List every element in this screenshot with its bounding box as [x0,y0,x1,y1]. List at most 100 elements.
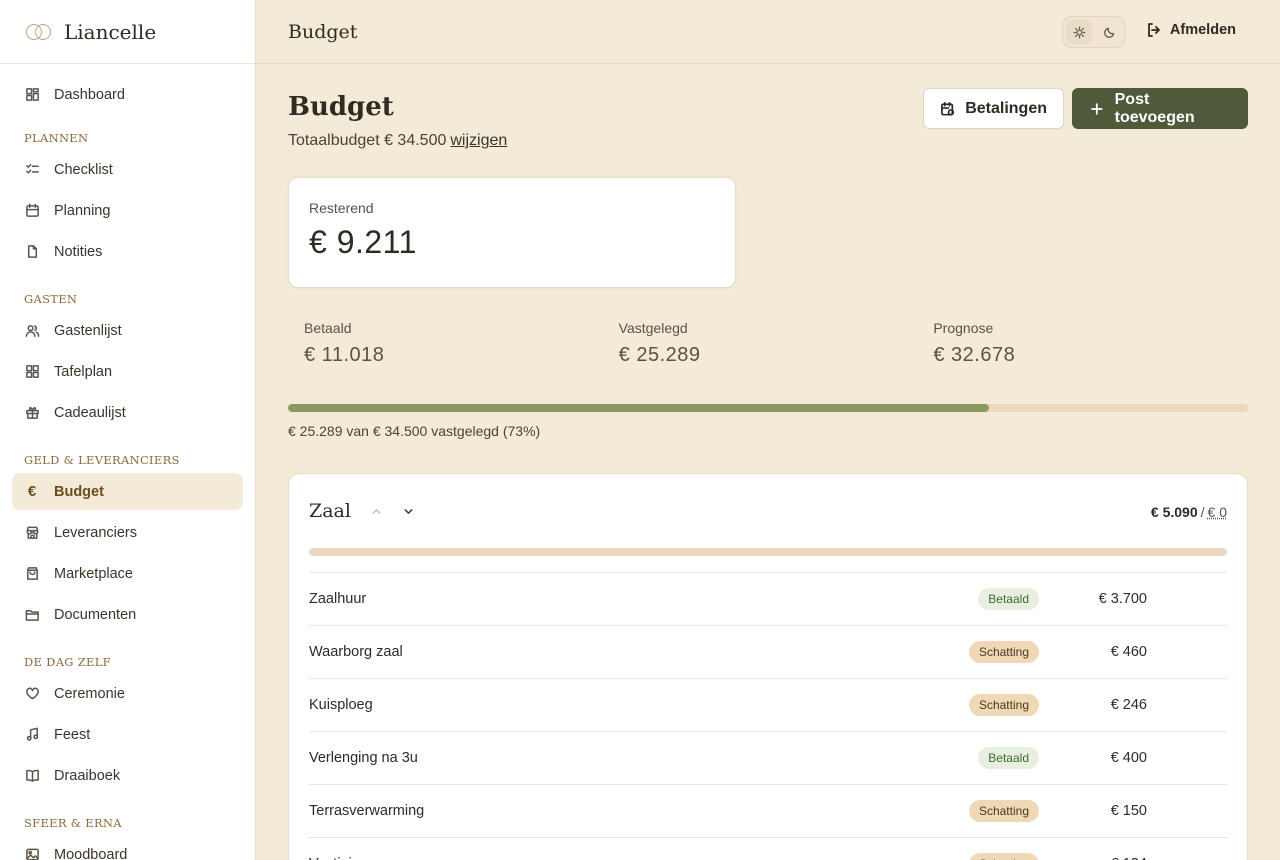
brand[interactable]: Liancelle [0,0,255,64]
status-badge: Schatting [968,694,1039,716]
chevron-down-icon [404,508,413,514]
stat-value: € 32.678 [933,344,1016,366]
moon-icon[interactable] [1096,20,1122,44]
stat-label: Vastgelegd [618,320,688,336]
category-progress-bar [309,548,1227,556]
sidebar-item-dashboard[interactable]: Dashboard [12,76,243,113]
chevron-up-icon [372,508,381,514]
total-budget-text: Totaalbudget € 34.500 [288,132,447,149]
table-row[interactable]: Vestiaire Schatting € 134 [309,838,1227,860]
image-icon [24,847,40,860]
item-amount: € 3.700 [1098,591,1147,607]
sidebar-item-feest[interactable]: Feest [12,716,243,753]
topbar-title: Budget [288,20,358,43]
topbar: Budget Afmelden [256,0,1280,64]
nav-section-title: Geld & leveranciers [24,453,180,467]
sidebar-item-label: Leveranciers [54,524,138,541]
rings-logo-icon [26,22,54,42]
sidebar-item-label: Marketplace [54,565,133,582]
nav-section-title: Plannen [24,131,89,145]
nav-section-title: Sfeer & erna [24,816,122,830]
status-badge: Betaald [978,747,1039,769]
nav-section-title: De dag zelf [24,655,111,669]
dashboard-icon [24,87,40,103]
remaining-card: Resterend € 9.211 [288,177,736,288]
move-up-button[interactable] [367,501,387,521]
add-item-label: Post toevoegen [1114,90,1195,126]
stat-label: Prognose [933,320,994,336]
heart-icon [24,686,40,702]
stat-value: € 11.018 [304,344,385,366]
sidebar-item-planning[interactable]: Planning [12,192,243,229]
status-badge: Betaald [978,588,1039,610]
category-header: Zaal € 5.090/€ 0 [309,474,1227,548]
store-icon [24,525,40,541]
sidebar-nav: Dashboard Plannen Checklist Planning Notiti… [0,64,255,860]
sidebar-item-cadeaulijst[interactable]: Cadeaulijst [12,394,243,431]
stat-label: Betaald [304,320,352,336]
sidebar-item-documenten[interactable]: Documenten [12,596,243,633]
stat-paid: Betaald € 11.018 [304,320,619,367]
logout-button[interactable]: Afmelden [1146,22,1236,38]
plus-icon [1091,102,1103,115]
sidebar-item-label: Dashboard [54,86,125,103]
status-badge: Schatting [968,800,1039,822]
committed-progress-bar [288,404,1248,412]
sidebar-item-label: Draaiboek [54,767,121,784]
theme-toggle[interactable] [1062,16,1126,48]
category-title: Zaal [309,500,351,522]
sidebar-item-checklist[interactable]: Checklist [12,151,243,188]
table-row[interactable]: Zaalhuur Betaald € 3.700 [309,573,1227,626]
category-spent: € 5.090 [1150,504,1198,520]
sidebar: Liancelle Dashboard Plannen Checklist Plan… [0,0,256,860]
music-icon [24,727,40,743]
item-name: Zaalhuur [309,591,367,607]
payments-label: Betalingen [965,99,1047,117]
sidebar-item-label: Documenten [54,606,137,623]
committed-progress-text: € 25.289 van € 34.500 vastgelegd (73%) [288,423,541,439]
item-name: Vestiaire [309,856,365,860]
edit-budget-link[interactable]: wijzigen [450,132,507,149]
category-planned[interactable]: € 0 [1208,504,1227,520]
move-down-button[interactable] [399,501,419,521]
sidebar-item-label: Cadeaulijst [54,404,126,421]
item-name: Terrasverwarming [309,803,425,819]
sidebar-item-draaiboek[interactable]: Draaiboek [12,757,243,794]
item-name: Kuisploeg [309,697,373,713]
item-name: Waarborg zaal [309,644,403,660]
users-icon [24,323,40,339]
category-separator: / [1200,504,1205,520]
sidebar-item-moodboard[interactable]: Moodboard [12,836,243,860]
sidebar-item-tafelplan[interactable]: Tafelplan [12,353,243,390]
item-amount: € 246 [1110,697,1147,713]
sidebar-item-budget[interactable]: € Budget [12,473,243,510]
sun-icon[interactable] [1066,20,1092,44]
sidebar-item-label: Tafelplan [54,363,113,380]
book-icon [24,768,40,784]
table-row[interactable]: Kuisploeg Schatting € 246 [309,679,1227,732]
sidebar-item-leveranciers[interactable]: Leveranciers [12,514,243,551]
logout-label: Afmelden [1169,22,1236,38]
brand-name: Liancelle [64,19,157,44]
sidebar-item-marketplace[interactable]: Marketplace [12,555,243,592]
add-item-button[interactable]: Post toevoegen [1072,88,1248,129]
item-amount: € 460 [1110,644,1147,660]
sidebar-item-notities[interactable]: Notities [12,233,243,270]
table-row[interactable]: Terrasverwarming Schatting € 150 [309,785,1227,838]
calendar-clock-icon [941,101,955,116]
item-amount: € 134 [1111,856,1147,860]
logout-icon [1148,23,1160,37]
total-budget: Totaalbudget € 34.500 wijzigen [288,132,507,150]
euro-icon: € [27,483,37,500]
sidebar-item-label: Checklist [54,161,113,178]
table-row[interactable]: Verlenging na 3u Betaald € 400 [309,732,1227,785]
sidebar-item-label: Budget [54,483,104,500]
status-badge: Schatting [968,641,1039,663]
sidebar-item-gastenlijst[interactable]: Gastenlijst [12,312,243,349]
payments-button[interactable]: Betalingen [923,88,1064,129]
item-amount: € 150 [1110,803,1147,819]
main-content: Budget Totaalbudget € 34.500 wijzigen Bet… [288,64,1248,860]
table-row[interactable]: Waarborg zaal Schatting € 460 [309,626,1227,679]
stat-value: € 25.289 [618,344,701,366]
sidebar-item-ceremonie[interactable]: Ceremonie [12,675,243,712]
